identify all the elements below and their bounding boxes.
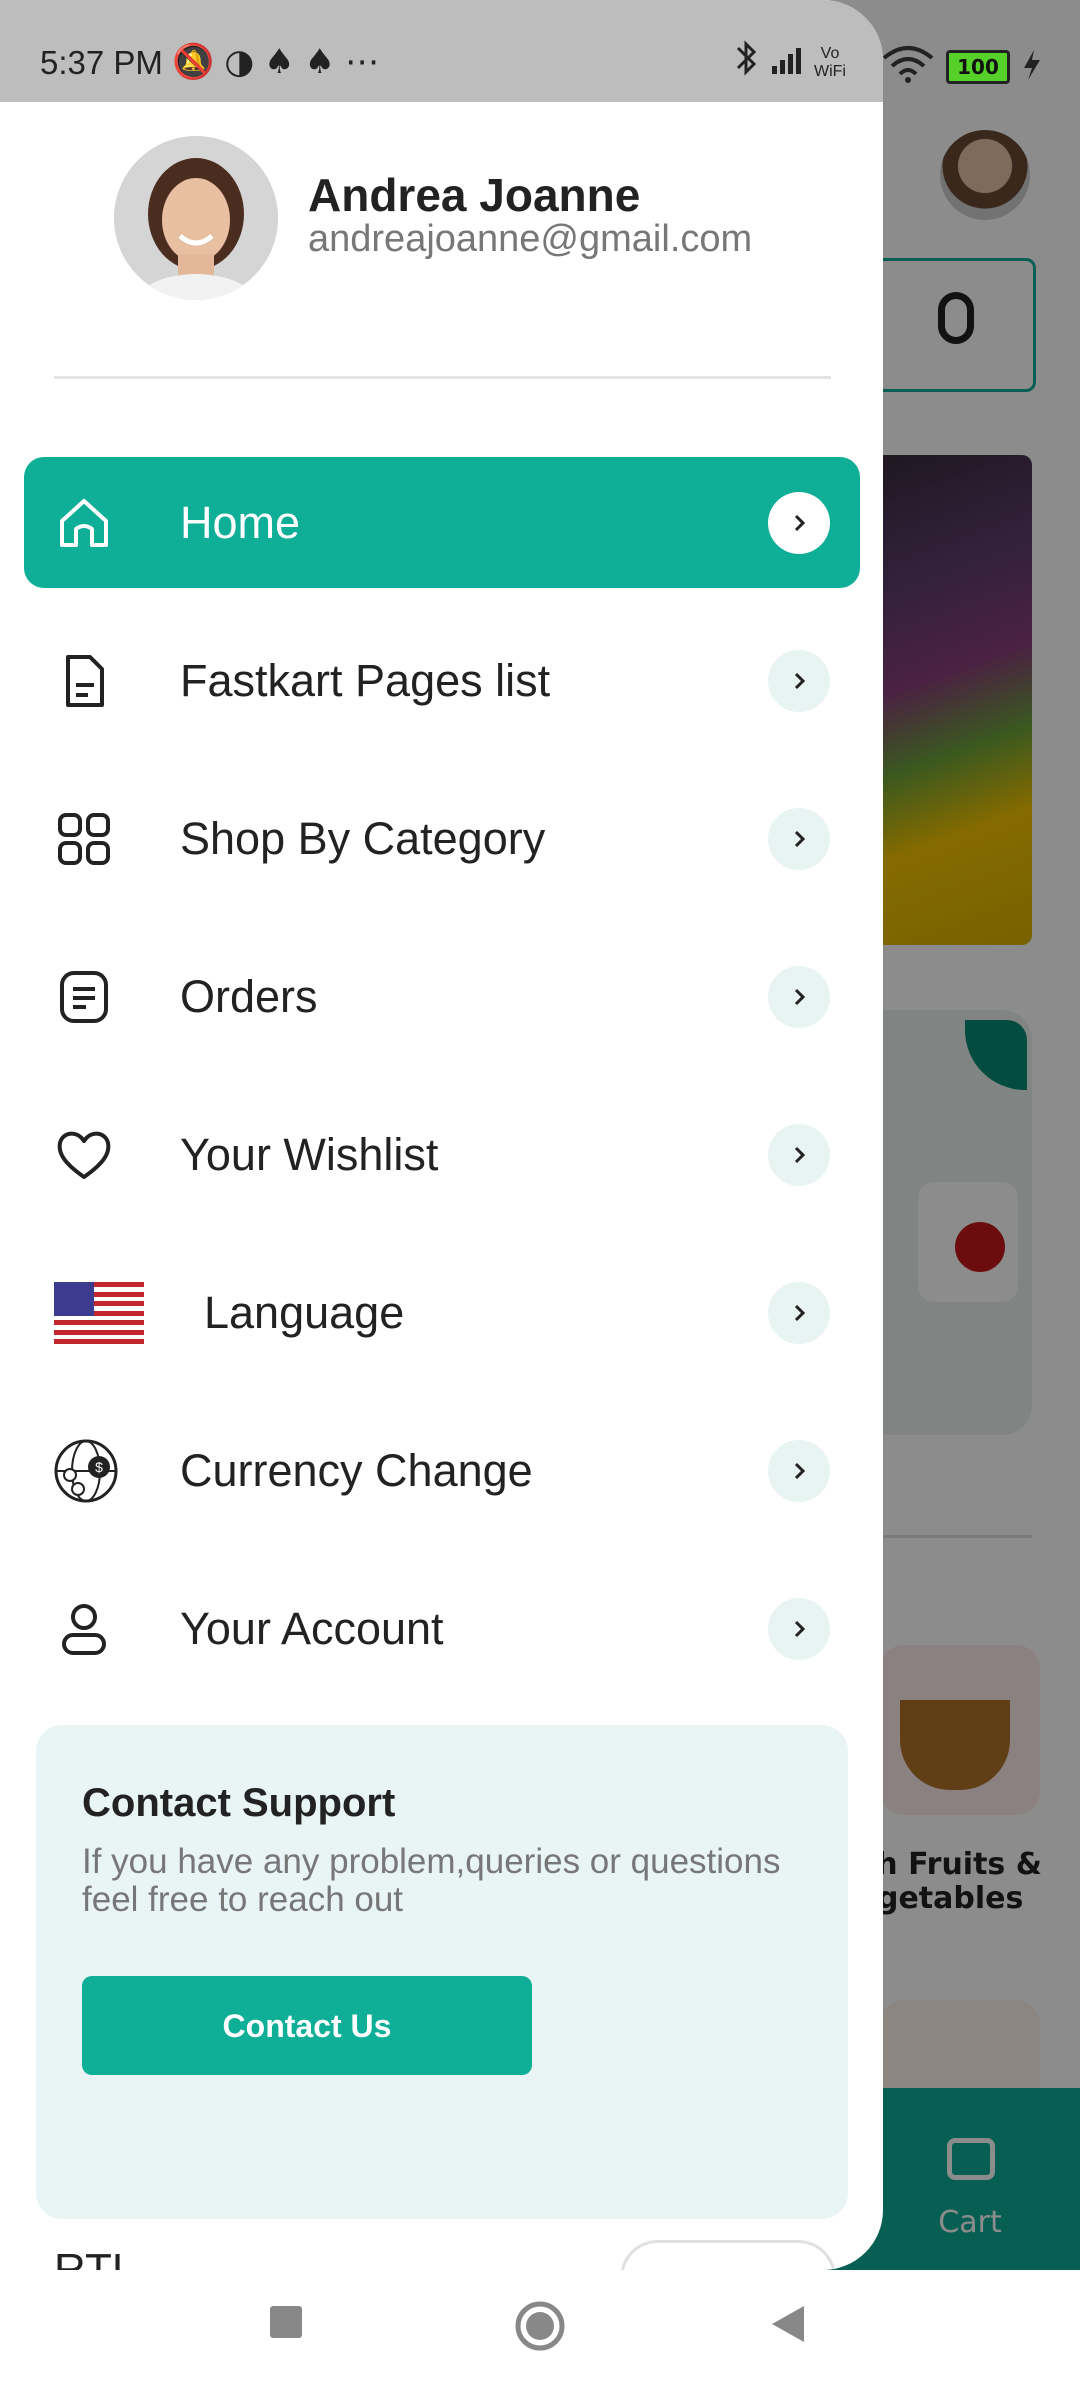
back-button[interactable] [770, 2304, 806, 2344]
rtl-label: RTL [54, 2245, 137, 2270]
svg-text:WiFi: WiFi [814, 63, 846, 80]
heart-icon [57, 1131, 111, 1179]
avatar-image [114, 136, 278, 300]
menu-item-account[interactable]: Your Account [24, 1563, 860, 1694]
wifi-icon [882, 46, 934, 83]
menu-item-label: Currency Change [180, 1445, 533, 1496]
menu-item-label: Fastkart Pages list [180, 655, 551, 706]
profile-name: Andrea Joanne [308, 169, 641, 221]
recents-button[interactable] [268, 2304, 304, 2340]
chevron-right-icon [768, 1440, 830, 1502]
profile-avatar[interactable] [114, 136, 278, 300]
bluetooth-icon [736, 40, 757, 76]
chevron-right-icon [768, 808, 830, 870]
rtl-toggle[interactable] [620, 2240, 836, 2270]
chevron-right-icon [768, 1282, 830, 1344]
grid-icon [58, 813, 110, 865]
menu-item-wishlist[interactable]: Your Wishlist [24, 1089, 860, 1220]
charging-icon [1024, 50, 1040, 80]
document-icon [66, 655, 104, 707]
contact-support-card: Contact Support If you have any problem,… [36, 1725, 848, 2219]
contact-us-button[interactable]: Contact Us [82, 1976, 532, 2075]
menu-item-label: Your Wishlist [180, 1129, 439, 1180]
status-bar: 5:37 PM 🔕◑♠♠⋯ Vo WiFi [0, 0, 883, 102]
chevron-right-icon [768, 1124, 830, 1186]
snapchat-icon: ♠ [304, 42, 345, 82]
menu-item-label: Shop By Category [180, 813, 546, 864]
list-icon [60, 971, 108, 1023]
menu-item-pages-list[interactable]: Fastkart Pages list [24, 615, 860, 746]
menu-item-language[interactable]: Language [24, 1247, 860, 1378]
more-icon: ⋯ [344, 42, 389, 82]
user-icon [62, 1604, 106, 1655]
profile-divider [54, 376, 831, 379]
mute-icon: 🔕 [172, 42, 225, 82]
menu-item-label: Language [204, 1287, 405, 1338]
battery-icon: 100 [946, 50, 1010, 84]
globe-currency-icon: $ [54, 1439, 118, 1503]
home-button[interactable] [514, 2300, 566, 2352]
signal-icon [772, 48, 801, 74]
chevron-right-icon [768, 966, 830, 1028]
support-text: If you have any problem,queries or quest… [82, 1842, 781, 1919]
menu-item-label: Home [180, 497, 301, 548]
chevron-right-icon [768, 1598, 830, 1660]
snapchat-icon: ♠ [264, 42, 305, 82]
us-flag-icon [54, 1282, 144, 1344]
status-time: 5:37 PM [40, 44, 163, 81]
menu-item-orders[interactable]: Orders [24, 931, 860, 1062]
menu-item-home[interactable]: Home [24, 457, 860, 588]
system-nav-bar [0, 2270, 1080, 2400]
app-icon: ◑ [224, 42, 265, 82]
vowifi-icon: Vo [821, 45, 840, 62]
menu-item-shop-by-category[interactable]: Shop By Category [24, 773, 860, 904]
profile-email: andreajoanne@gmail.com [308, 218, 753, 260]
menu-item-label: Orders [180, 971, 318, 1022]
navigation-drawer: 5:37 PM 🔕◑♠♠⋯ Vo WiFi Andrea Joanne andr… [0, 0, 883, 2270]
status-left-icons: 🔕◑♠♠⋯ [172, 42, 389, 82]
chevron-right-icon [768, 492, 830, 554]
chevron-right-icon [768, 650, 830, 712]
support-title: Contact Support [82, 1781, 396, 1825]
status-right-icons: Vo WiFi [736, 40, 846, 80]
svg-text:$: $ [95, 1459, 103, 1475]
home-icon [60, 499, 108, 547]
menu-item-label: Your Account [180, 1603, 444, 1654]
menu-item-currency-change[interactable]: $ Currency Change [24, 1405, 860, 1536]
